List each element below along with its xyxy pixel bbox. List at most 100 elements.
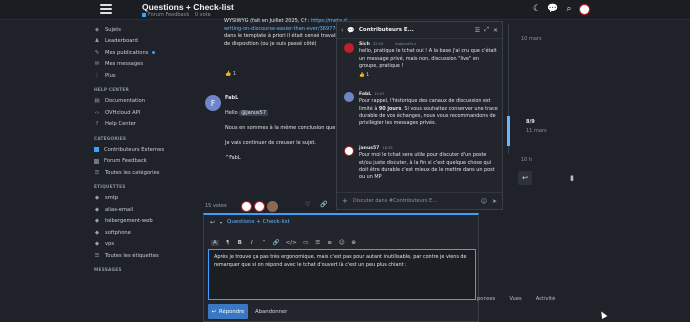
chat-input[interactable]: Discuter dans #Contributeurs E...: [353, 198, 476, 204]
emoji-icon[interactable]: ☺: [481, 198, 487, 205]
sidebar-item-label: Forum Feedback: [104, 158, 147, 165]
sidebar-tag-softphone[interactable]: ◆ softphone: [94, 227, 174, 239]
sidebar-item-documentation[interactable]: ▤ Documentation: [94, 96, 174, 108]
timeline-end[interactable]: 10 h: [521, 157, 532, 163]
sidebar-item-toutes-etiquettes[interactable]: ☰ Toutes les étiquettes: [94, 250, 174, 262]
bullet-list-button[interactable]: ☰: [315, 240, 321, 246]
avatar[interactable]: [241, 201, 252, 212]
sidebar-tag-hebergement-web[interactable]: ◆ hébergement-web: [94, 216, 174, 228]
category-square-icon: [94, 158, 99, 164]
tag-icon: ◆: [94, 229, 100, 236]
plus-icon[interactable]: +: [342, 197, 348, 205]
stat-views[interactable]: Vues: [509, 296, 521, 302]
chat-author[interactable]: Sich: [359, 42, 370, 47]
section-etiquettes[interactable]: ÉTIQUETTES: [94, 183, 174, 193]
sidebar-item-ovhcloud-api[interactable]: ‹› OVHcloud API: [94, 107, 174, 119]
post-1-body: WYSIWYG (fait en Juillet 2025, Cf : http…: [224, 18, 347, 48]
sidebar-item-label: hébergement-web: [105, 218, 153, 225]
help-icon: ?: [95, 121, 99, 128]
toggle-editor-button[interactable]: A: [211, 240, 219, 246]
unread-dot: [152, 51, 156, 55]
section-title: HELP CENTER: [94, 88, 129, 93]
chat-channel-title[interactable]: Contributeurs E...: [359, 27, 471, 33]
chat-author[interactable]: FabL: [359, 92, 371, 97]
avatar[interactable]: [344, 146, 354, 156]
reply-icon[interactable]: ↩: [210, 219, 215, 226]
heart-icon[interactable]: ♡: [305, 201, 310, 208]
avatar[interactable]: [254, 201, 265, 212]
avatar[interactable]: F: [205, 95, 221, 111]
post-link[interactable]: writing-on-discourse-easier-than-ever/36…: [224, 26, 339, 32]
avatar[interactable]: [267, 201, 278, 212]
chat-icon[interactable]: 💬: [547, 3, 559, 15]
chat-message: janus57 18:35 Pour moi le tchat sera util…: [359, 145, 498, 181]
bookmark-button[interactable]: ▮: [565, 171, 579, 185]
topic-timeline[interactable]: 10 mars 8/9 11 mars 10 h: [507, 24, 568, 184]
sidebar-item-mes-messages[interactable]: ✉ Mes messages: [94, 59, 174, 71]
upload-button[interactable]: ▭: [303, 240, 309, 246]
sidebar-tag-alias-email[interactable]: ◆ alias-email: [94, 204, 174, 216]
header-icons: ☾ 💬 ⌕: [531, 3, 590, 15]
options-button[interactable]: ⊕: [351, 240, 357, 246]
avatar[interactable]: [344, 43, 354, 53]
chevron-down-icon[interactable]: ▾: [220, 220, 222, 225]
timeline-start[interactable]: 10 mars: [521, 36, 542, 42]
reply-submit-button[interactable]: ↩ Répondre: [208, 304, 248, 319]
send-icon[interactable]: ➤: [492, 198, 497, 205]
stat-replies[interactable]: ponses: [477, 296, 495, 302]
sidebar-item-mes-publications[interactable]: ✎ Mes publications: [94, 47, 174, 59]
sidebar-item-plus[interactable]: ⋮ Plus: [94, 70, 174, 82]
bold-button[interactable]: B: [237, 240, 243, 246]
chat-reaction[interactable]: 👍 1: [359, 72, 498, 79]
chat-author[interactable]: janus57: [359, 146, 379, 151]
avatar[interactable]: [344, 92, 354, 102]
sidebar-tag-smtp[interactable]: ◆ smtp: [94, 193, 174, 205]
section-help-center[interactable]: HELP CENTER: [94, 86, 174, 96]
search-icon[interactable]: ⌕: [563, 3, 575, 15]
section-messages[interactable]: MESSAGES: [94, 266, 174, 276]
section-categories[interactable]: CATÉGORIES: [94, 134, 174, 144]
sidebar-item-help-center[interactable]: ? Help Center: [94, 119, 174, 131]
numbered-list-button[interactable]: ≡: [327, 240, 333, 246]
paragraph-button[interactable]: ¶: [225, 240, 231, 246]
sidebar-item-toutes-categories[interactable]: ☰ Toutes les catégories: [94, 167, 174, 179]
chat-text-bold: 90 jours: [378, 105, 402, 112]
moon-icon[interactable]: ☾: [531, 3, 543, 15]
reaction-button[interactable]: 👍 1: [225, 71, 236, 77]
timeline-handle[interactable]: [507, 116, 510, 146]
composer-editor[interactable]: Après je trouve ça pas très ergonomique,…: [208, 249, 476, 300]
sidebar-item-contributeurs-externes[interactable]: Contributeurs Externes: [94, 144, 174, 156]
sidebar-item-sujets[interactable]: ◈ Sujets: [94, 24, 174, 36]
chat-time: 18:35: [382, 146, 393, 150]
topic-title[interactable]: Questions + Check-list: [142, 2, 234, 12]
cancel-button[interactable]: Abandonner: [255, 304, 287, 319]
link-button[interactable]: 🔗: [273, 240, 280, 246]
link-icon[interactable]: 🔗: [320, 201, 327, 208]
user-mention[interactable]: @janus57: [239, 110, 269, 116]
reply-arrow-button[interactable]: ↩: [518, 171, 532, 185]
close-icon[interactable]: ✕: [493, 27, 498, 34]
hamburger-menu-icon[interactable]: [100, 4, 112, 14]
sidebar-item-leaderboard[interactable]: ♟ Leaderboard: [94, 36, 174, 48]
list-icon[interactable]: ☰: [475, 27, 480, 34]
stat-activity[interactable]: Activité: [536, 296, 556, 302]
italic-button[interactable]: I: [249, 240, 255, 246]
expand-icon[interactable]: ⤢: [484, 26, 489, 34]
post-actions: ♡ 🔗: [305, 201, 328, 208]
topic-category[interactable]: Forum Feedback: [148, 12, 189, 18]
tag-icon: ◆: [94, 241, 100, 248]
sidebar-item-label: Toutes les catégories: [105, 169, 160, 176]
quote-button[interactable]: “: [261, 240, 267, 246]
sidebar-item-label: Mes messages: [105, 61, 144, 68]
chat-date-separator: Aujourd'hui: [395, 42, 416, 46]
sidebar-item-label: Plus: [105, 72, 116, 79]
post-votes: 15 votes: [205, 203, 227, 209]
user-avatar[interactable]: [579, 3, 590, 15]
composer-topic-link[interactable]: Questions + Check-list: [227, 219, 290, 225]
sidebar-item-forum-feedback[interactable]: Forum Feedback: [94, 156, 174, 168]
chevron-left-icon[interactable]: ‹: [341, 27, 343, 34]
code-button[interactable]: </>: [286, 240, 297, 246]
sidebar-tag-vps[interactable]: ◆ vps: [94, 239, 174, 251]
post-author[interactable]: FabL: [225, 95, 238, 103]
emoji-button[interactable]: ☺: [339, 240, 345, 246]
